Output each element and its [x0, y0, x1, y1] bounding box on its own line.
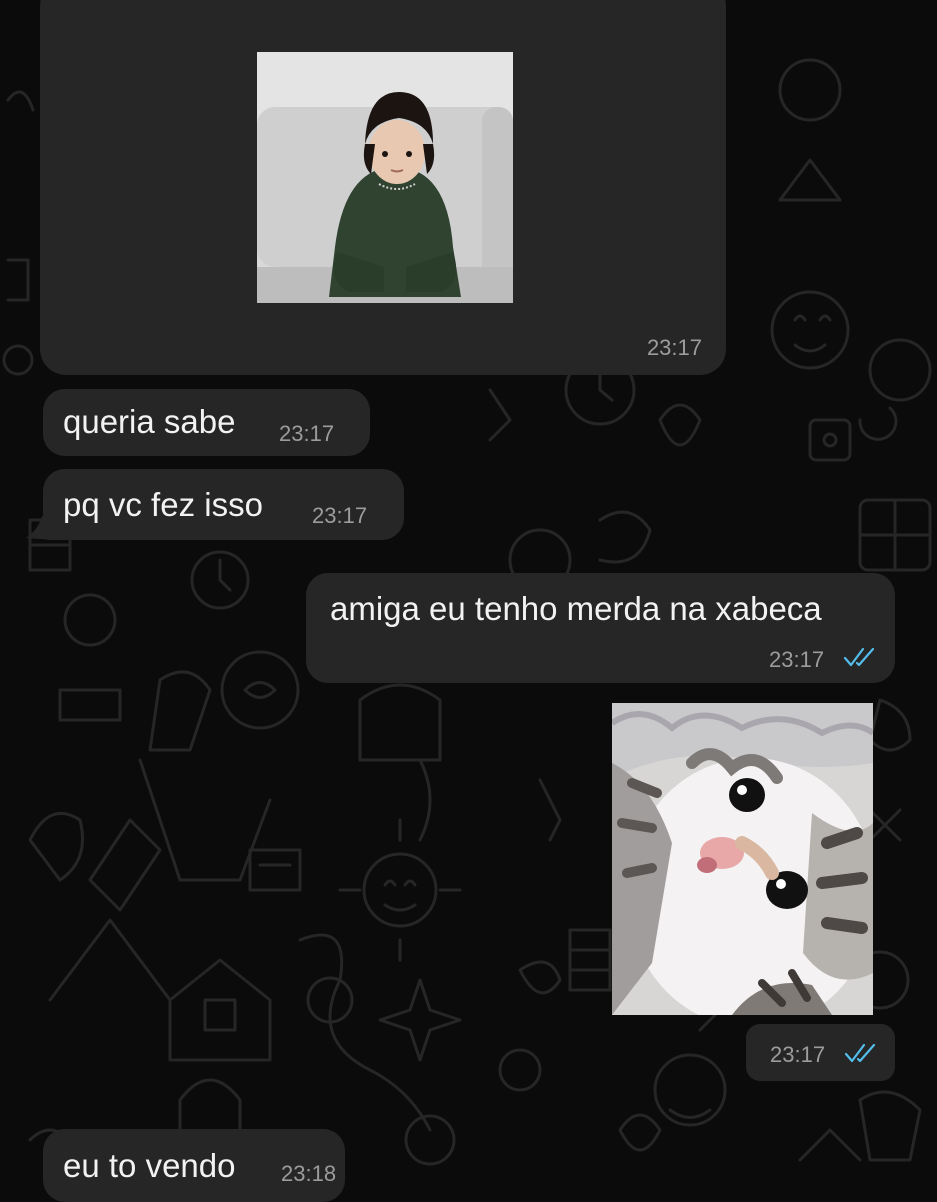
toddler-photo[interactable]	[257, 52, 513, 303]
message-text: queria sabe	[63, 403, 236, 440]
incoming-text-message[interactable]: queria sabe 23:17	[43, 389, 370, 456]
incoming-text-message[interactable]: eu to vendo 23:18	[43, 1129, 345, 1202]
double-check-icon	[843, 647, 875, 667]
toddler-image	[257, 52, 513, 303]
message-time: 23:17	[646, 335, 702, 360]
incoming-image-message[interactable]: 23:17	[40, 0, 726, 375]
incoming-text-message[interactable]: pq vc fez isso 23:17	[43, 469, 404, 540]
message-time: 23:17	[770, 1042, 826, 1067]
outgoing-text-message[interactable]: amiga eu tenho merda na xabeca 23:17	[306, 573, 895, 683]
message-time: 23:17	[312, 503, 368, 528]
message-text: eu to vendo	[63, 1147, 236, 1184]
message-text: amiga eu tenho merda na xabeca	[330, 590, 822, 627]
message-time: 23:17	[769, 647, 825, 672]
message-time: 23:18	[281, 1161, 337, 1186]
kitten-image	[612, 703, 873, 1015]
outgoing-image-timestamp: 23:17	[746, 1024, 895, 1081]
message-time: 23:17	[279, 421, 335, 446]
message-text: pq vc fez isso	[63, 486, 263, 523]
double-check-icon	[844, 1043, 876, 1063]
kitten-photo[interactable]	[612, 703, 873, 1015]
